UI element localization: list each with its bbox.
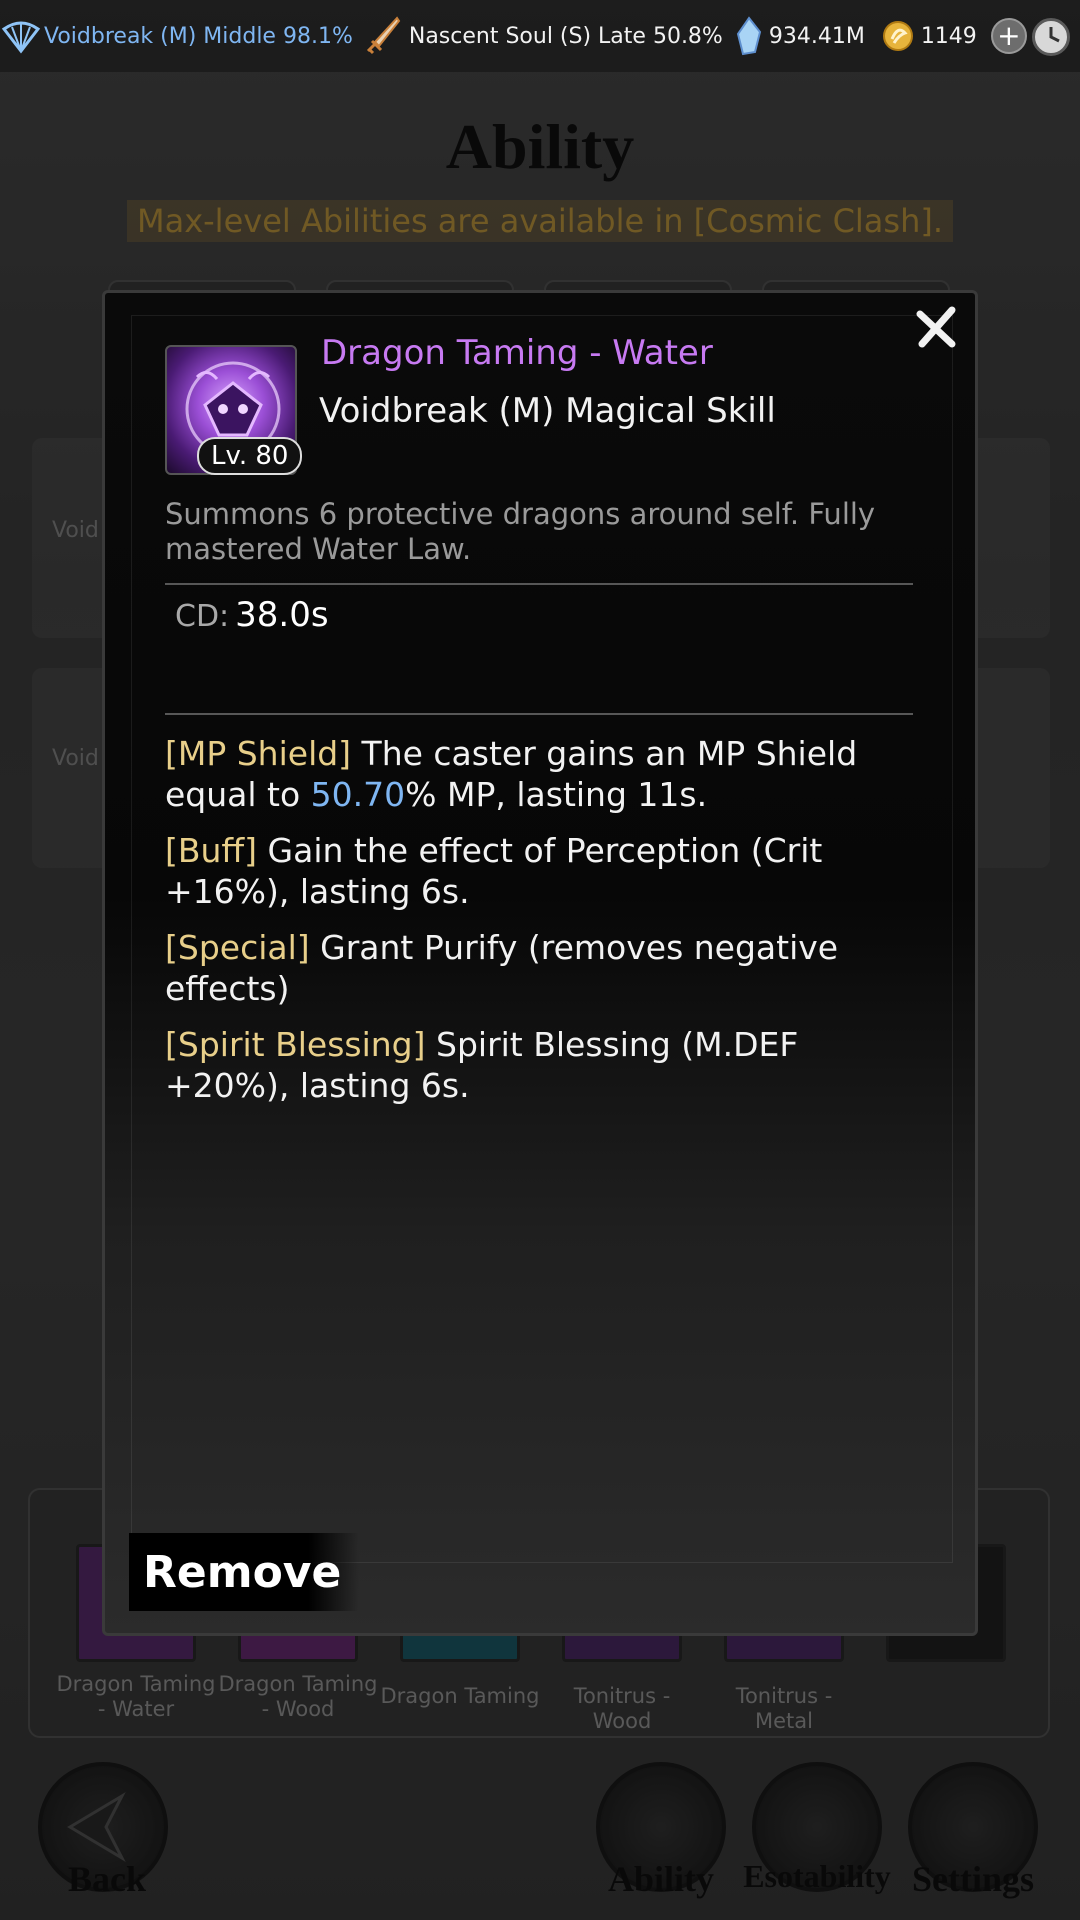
divider [165, 583, 913, 585]
effect-line: [Buff] Gain the effect of Perception (Cr… [165, 830, 913, 912]
skill-description: Summons 6 protective dragons around self… [165, 497, 876, 566]
fan-icon [0, 15, 42, 57]
effect-line: [MP Shield] The caster gains an MP Shiel… [165, 733, 913, 815]
skill-level-badge: Lv. 80 [197, 437, 303, 475]
gold-coin-icon [881, 19, 915, 53]
add-currency-button[interactable]: + [990, 18, 1027, 54]
effect-tag: [MP Shield] [165, 734, 352, 773]
status-bar: Voidbreak (M) Middle 98.1% Nascent Soul … [0, 0, 1080, 72]
skill-type: Voidbreak (M) Magical Skill [319, 391, 776, 431]
gold-count: 1149 [920, 23, 977, 49]
effect-line: [Spirit Blessing] Spirit Blessing (M.DEF… [165, 1024, 913, 1106]
cooldown-value: 38.0s [235, 595, 329, 635]
effect-tag: [Buff] [165, 831, 258, 870]
close-button[interactable] [909, 301, 963, 355]
skill-name: Dragon Taming - Water [321, 333, 713, 373]
cooldown: CD: 38.0s [175, 595, 329, 635]
skill-detail-modal: Lv. 80 Dragon Taming - Water Voidbreak (… [102, 290, 978, 1636]
spirit-stone-count: 934.41M [768, 23, 865, 49]
cooldown-label: CD: [175, 599, 230, 634]
clock-icon[interactable] [1032, 18, 1070, 56]
effect-text: % MP, lasting 11s. [405, 775, 708, 814]
sword-icon [363, 15, 401, 57]
remove-button[interactable]: Remove [129, 1533, 359, 1611]
effect-text: Gain the effect of Perception (Crit +16%… [165, 831, 823, 911]
spirit-stone-icon [735, 16, 763, 56]
effects-list: [MP Shield] The caster gains an MP Shiel… [165, 733, 913, 1121]
realm-secondary: Nascent Soul (S) Late 50.8% [408, 23, 723, 49]
effect-value: 50.70 [310, 775, 406, 814]
effect-line: [Special] Grant Purify (removes negative… [165, 927, 913, 1009]
divider [165, 713, 913, 715]
effect-tag: [Special] [165, 928, 310, 967]
close-icon [916, 306, 956, 348]
realm-primary: Voidbreak (M) Middle 98.1% [44, 23, 353, 49]
effect-tag: [Spirit Blessing] [165, 1025, 426, 1064]
